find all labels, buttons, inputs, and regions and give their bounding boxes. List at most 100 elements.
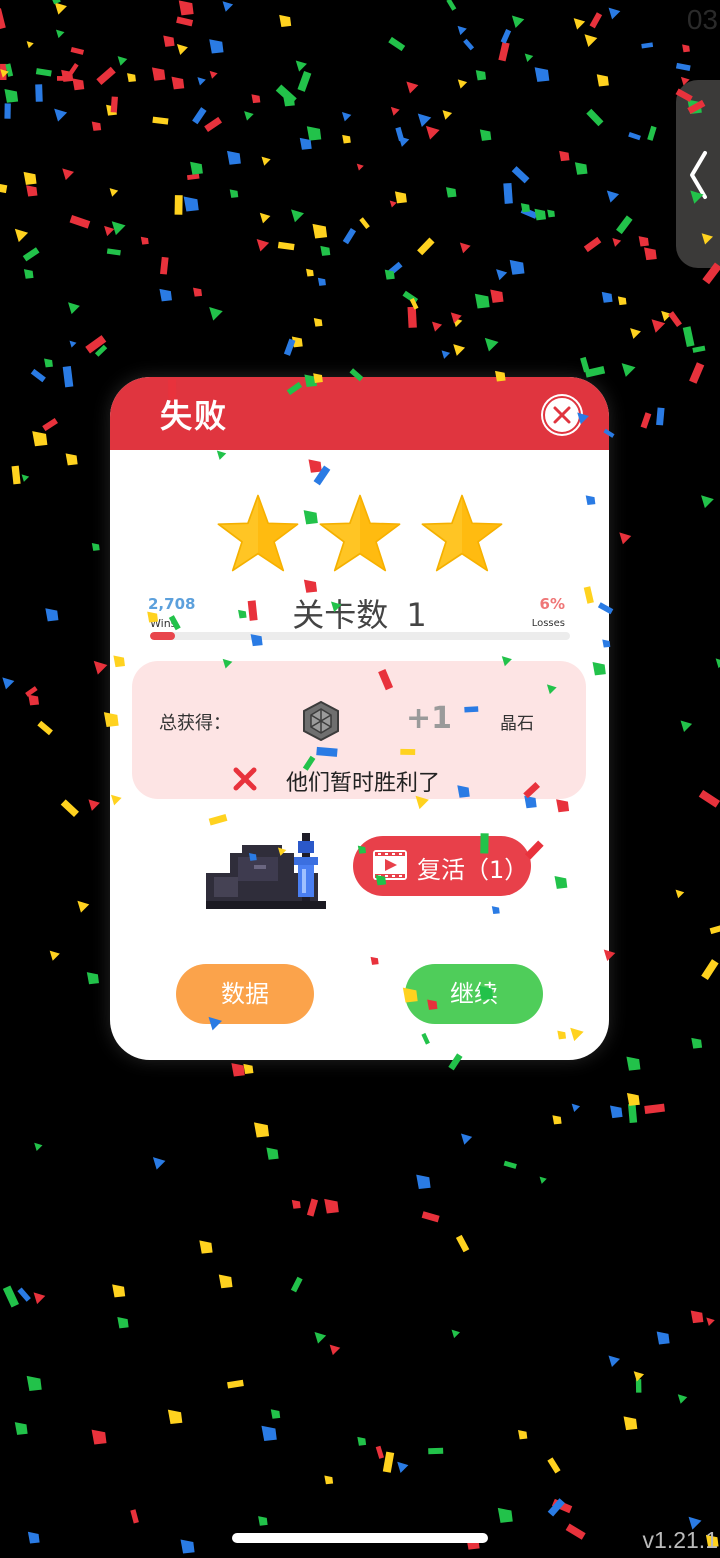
confetti-piece <box>70 46 85 55</box>
confetti-piece <box>0 181 8 194</box>
confetti-piece <box>270 1409 281 1419</box>
confetti-piece <box>14 1422 28 1435</box>
confetti-piece <box>192 107 207 125</box>
home-indicator[interactable] <box>232 1533 488 1543</box>
dialog-header: 失败 <box>110 377 609 450</box>
confetti-piece <box>573 18 586 30</box>
confetti-piece <box>91 1429 107 1445</box>
confetti-piece <box>295 60 307 72</box>
confetti-piece <box>457 25 467 36</box>
confetti-piece <box>35 68 52 77</box>
confetti-piece <box>282 94 295 107</box>
confetti-piece <box>33 1292 46 1305</box>
confetti-piece <box>312 223 328 239</box>
confetti-piece <box>180 1539 195 1554</box>
cross-icon <box>233 767 257 791</box>
confetti-piece <box>253 1122 270 1138</box>
confetti-piece <box>26 41 34 49</box>
gem-icon <box>303 701 339 741</box>
confetti-piece <box>547 209 555 218</box>
confetti-piece <box>94 344 108 357</box>
confetti-piece <box>446 0 457 11</box>
confetti-piece <box>398 136 410 147</box>
confetti-piece <box>193 287 203 297</box>
confetti-piece <box>190 161 203 175</box>
confetti-piece <box>382 1451 395 1473</box>
confetti-piece <box>256 239 270 252</box>
revive-label: 复活（1） <box>417 856 529 884</box>
result-dialog: 失败 2,708 Wins 关卡数 1 6% Losses 总获得： +1 晶石… <box>110 377 609 1060</box>
confetti-piece <box>459 242 471 254</box>
confetti-piece <box>279 14 292 27</box>
confetti-piece <box>682 44 690 53</box>
confetti-piece <box>104 225 115 237</box>
confetti-piece <box>231 1063 245 1077</box>
confetti-piece <box>163 35 175 47</box>
confetti-piece <box>641 42 654 49</box>
reward-label: 总获得： <box>159 713 231 734</box>
losses-label: Losses <box>531 618 565 629</box>
confetti-piece <box>324 1198 339 1214</box>
confetti-piece <box>111 221 126 236</box>
side-panel-toggle[interactable] <box>676 80 720 268</box>
confetti-piece <box>559 150 570 162</box>
reward-unit: 晶石 <box>500 714 534 734</box>
confetti-piece <box>520 207 538 219</box>
revive-button[interactable]: 复活（1） <box>353 836 531 896</box>
confetti-piece <box>690 1310 704 1324</box>
confetti-piece <box>106 104 117 116</box>
confetti-piece <box>317 277 326 286</box>
confetti-piece <box>176 44 188 55</box>
video-ad-icon <box>373 850 407 880</box>
confetti-piece <box>140 236 149 245</box>
confetti-piece <box>626 1056 641 1071</box>
confetti-piece <box>127 73 136 83</box>
confetti-piece <box>511 166 530 184</box>
confetti-piece <box>26 1375 42 1391</box>
confetti-piece <box>11 465 21 485</box>
confetti-piece <box>586 108 604 127</box>
confetti-piece <box>701 495 714 509</box>
confetti-piece <box>283 338 296 356</box>
confetti-piece <box>91 121 102 131</box>
confetti-piece <box>628 131 641 141</box>
confetti-piece <box>500 29 512 44</box>
confetti-piece <box>277 241 295 251</box>
confetti-piece <box>484 337 499 352</box>
confetti-piece <box>387 261 403 277</box>
confetti-piece <box>621 363 636 377</box>
confetti-piece <box>656 1331 670 1345</box>
confetti-piece <box>390 106 400 116</box>
confetti-piece <box>518 1430 528 1440</box>
confetti-piece <box>44 358 53 368</box>
confetti-piece <box>160 256 169 275</box>
stats-button[interactable]: 数据 <box>176 964 314 1024</box>
level-label: 关卡数 <box>292 596 389 634</box>
close-button[interactable] <box>543 396 581 434</box>
confetti-piece <box>61 69 74 82</box>
continue-button[interactable]: 继续 <box>405 964 543 1024</box>
confetti-piece <box>682 326 695 347</box>
confetti-piece <box>619 532 632 545</box>
confetti-piece <box>106 248 121 256</box>
confetti-piece <box>428 1447 444 1455</box>
confetti-piece <box>584 34 598 48</box>
confetti-piece <box>580 356 590 373</box>
confetti-piece <box>701 959 719 981</box>
confetti-piece <box>490 289 504 303</box>
confetti-piece <box>475 70 487 81</box>
confetti-piece <box>421 1211 440 1223</box>
confetti-piece <box>451 1329 461 1339</box>
confetti-piece <box>656 407 665 426</box>
confetti-piece <box>460 1133 473 1145</box>
confetti-piece <box>290 1276 303 1293</box>
confetti-piece <box>474 293 490 309</box>
confetti-piece <box>453 344 466 356</box>
confetti-piece <box>633 1371 645 1382</box>
confetti-piece <box>409 297 419 310</box>
confetti-piece <box>266 1147 279 1160</box>
reward-panel: 总获得： +1 晶石 他们暂时胜利了 <box>132 661 586 799</box>
confetti-piece <box>306 1198 319 1217</box>
confetti-piece <box>218 1274 233 1289</box>
confetti-piece <box>395 126 405 142</box>
